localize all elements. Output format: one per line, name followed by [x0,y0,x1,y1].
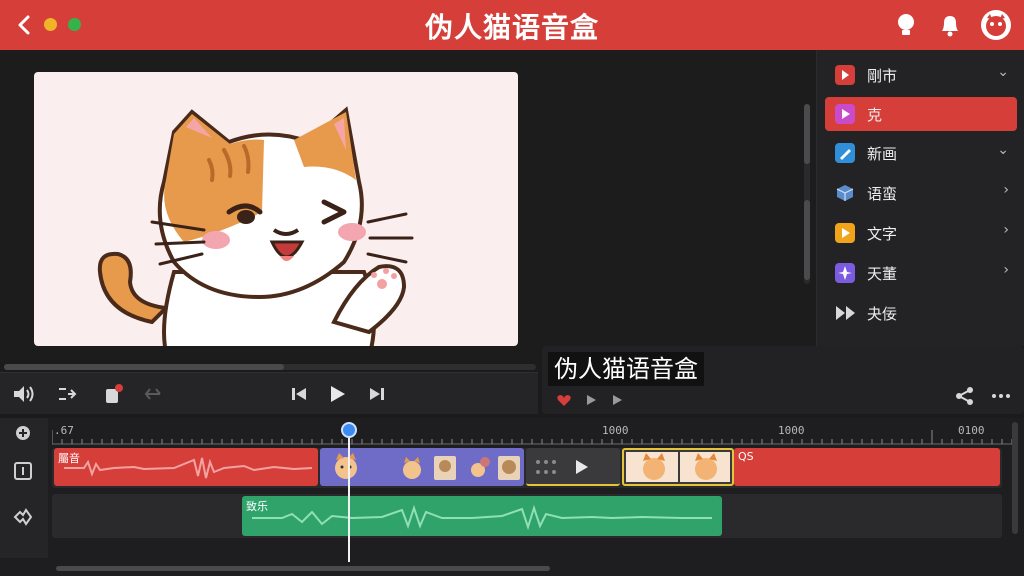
ruler-label: 0100 [958,424,985,437]
video-clip-selected[interactable] [622,448,734,486]
timeline-horizontal-scrollbar[interactable] [56,566,550,571]
ruler-label: .67 [54,424,74,437]
chevron-right-icon: › [1003,182,1009,198]
heart-icon[interactable] [556,392,572,406]
track-headers [0,418,48,558]
more-icon[interactable] [990,388,1012,404]
ruler-label: 1000 [602,424,629,437]
split-icon[interactable] [56,383,80,405]
chevron-right-icon: › [1003,262,1009,278]
chevron-down-icon: ⌄ [997,64,1009,80]
app-title: 伪人猫语音盒 [424,11,599,44]
share-icon[interactable] [954,386,976,406]
audio-clip-red-2[interactable]: QS [734,448,1000,486]
disabled-split-icon [142,383,166,405]
music-clip-green[interactable]: 致乐 [242,496,722,536]
chevron-down-icon: ⌄ [997,142,1009,158]
text-overlay-title[interactable]: 伪人猫语音盒 [548,352,704,386]
pencil-icon [835,143,855,163]
clip-label: QS [738,450,754,463]
play-icon[interactable] [326,383,350,405]
cube-icon [835,183,855,203]
sidebar-item-label: 夬佞 [867,305,898,323]
playback-controls [0,372,538,414]
video-clip-purple[interactable] [320,448,524,486]
chevron-right-icon: › [1003,222,1009,238]
timeline-ruler[interactable]: .67 1000 1000 0100 [52,424,1012,446]
playhead-line[interactable] [348,434,350,562]
sidebar-item-6[interactable]: 夬佞 [825,296,1017,330]
preview-area [0,50,816,362]
video-clip-dark[interactable] [526,448,620,486]
timeline-vertical-scrollbar[interactable] [1012,422,1018,534]
video-clip-icon [835,65,855,85]
skip-forward-icon[interactable] [366,383,390,405]
bell-icon[interactable] [936,11,964,39]
timeline: .67 1000 1000 0100 屬音 QS 致乐 [0,418,1024,576]
play-square-icon [835,104,855,124]
fast-forward-icon [835,303,855,323]
cat-thumbnail-icon [335,453,357,479]
sidebar-item-5[interactable]: 天董 › [825,256,1017,290]
preview-horizontal-scrollbar[interactable] [4,364,536,370]
title-bar: 伪人猫语音盒 [0,0,1024,50]
audio-track-icon[interactable] [12,506,34,528]
sidebar: 剛市 ⌄ 克 新画 ⌄ 语蛮 › 文字 › 天董 › 夬佞 [816,50,1024,346]
sidebar-item-label: 文字 [867,225,898,243]
sidebar-item-0[interactable]: 剛市 ⌄ [825,58,1017,92]
volume-icon[interactable] [12,383,36,405]
sidebar-item-label: 克 [867,106,883,124]
sidebar-item-label: 剛市 [867,67,898,85]
sidebar-item-2[interactable]: 新画 ⌄ [825,136,1017,170]
play-small-icon-2[interactable] [610,392,626,406]
playhead-handle[interactable] [341,422,357,438]
ruler-label: 1000 [778,424,805,437]
sidebar-item-1[interactable]: 克 [825,97,1017,131]
cat-avatar-icon[interactable] [980,9,1011,40]
video-track-icon[interactable] [12,460,34,482]
text-play-icon [835,223,855,243]
audio-clip-red[interactable]: 屬音 [54,448,318,486]
sidebar-item-label: 新画 [867,145,898,163]
sparkle-icon [835,263,855,283]
clipboard-icon[interactable] [102,383,126,405]
lightbulb-icon[interactable] [892,11,920,39]
play-small-icon[interactable] [584,392,600,406]
sidebar-item-3[interactable]: 语蛮 › [825,176,1017,210]
video-preview[interactable] [34,72,518,346]
sidebar-item-label: 语蛮 [867,185,898,203]
cat-illustration [97,106,414,346]
sidebar-item-4[interactable]: 文字 › [825,216,1017,250]
sidebar-item-label: 天董 [867,265,898,283]
preview-vertical-scrollbar-2[interactable] [804,200,810,280]
skip-back-icon[interactable] [288,383,312,405]
text-overlay-panel: 伪人猫语音盒 [542,346,1024,414]
add-track-icon[interactable] [12,422,34,444]
